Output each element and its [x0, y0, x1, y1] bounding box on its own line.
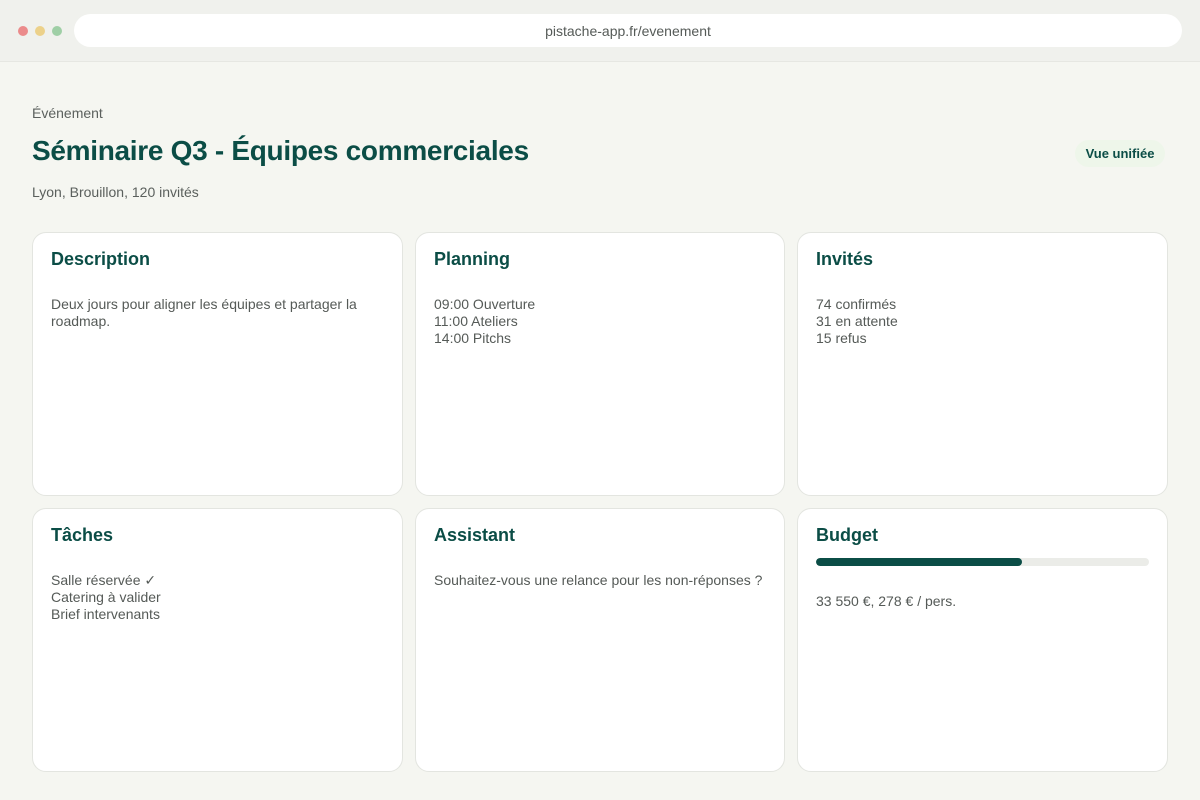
- window-close-dot[interactable]: [18, 26, 28, 36]
- page-subtitle: Lyon, Brouillon, 120 invités: [32, 184, 199, 200]
- planning-item: 14:00 Pitchs: [434, 330, 512, 346]
- budget-card: Budget 33 550 €, 278 € / pers.: [797, 508, 1168, 772]
- window-maximize-dot[interactable]: [52, 26, 62, 36]
- unified-view-badge[interactable]: Vue unifiée: [1075, 140, 1165, 167]
- invites-stat: 31 en attente: [816, 313, 898, 329]
- budget-progress-track: [816, 558, 1149, 566]
- planning-item: 09:00 Ouverture: [434, 296, 536, 312]
- assistant-card: Assistant Souhaitez-vous une relance pou…: [415, 508, 785, 772]
- planning-card-title: Planning: [434, 249, 510, 269]
- invites-card: Invités 74 confirmés 31 en attente 15 re…: [797, 232, 1168, 496]
- page-title: Séminaire Q3 - Équipes commerciales: [32, 135, 529, 166]
- page-eyebrow: Événement: [32, 105, 103, 121]
- invites-stat: 74 confirmés: [816, 296, 897, 312]
- address-bar-url: pistache-app.fr/evenement: [545, 22, 711, 39]
- event-page: Événement Séminaire Q3 - Équipes commerc…: [0, 62, 1200, 800]
- invites-card-title: Invités: [816, 249, 874, 269]
- planning-item: 11:00 Ateliers: [434, 313, 518, 329]
- planning-card-body: 09:00 Ouverture 11:00 Ateliers 14:00 Pit…: [434, 296, 766, 347]
- address-bar[interactable]: pistache-app.fr/evenement: [74, 14, 1182, 47]
- task-item[interactable]: Brief intervenants: [51, 606, 384, 623]
- budget-progress-fill: [816, 558, 1023, 566]
- task-item[interactable]: Salle réservée ✓: [51, 572, 384, 589]
- description-card-title: Description: [51, 249, 151, 269]
- invites-stat: 15 refus: [816, 330, 867, 346]
- tasks-card: Tâches Salle réservée ✓ Catering à valid…: [32, 508, 403, 772]
- budget-amount: 33 550 €, 278 € / pers.: [816, 593, 957, 609]
- window-minimize-dot[interactable]: [35, 26, 45, 36]
- budget-card-title: Budget: [816, 525, 878, 545]
- task-item[interactable]: Catering à valider: [51, 589, 384, 606]
- planning-card: Planning 09:00 Ouverture 11:00 Ateliers …: [415, 232, 785, 496]
- tasks-card-body: Salle réservée ✓ Catering à valider Brie…: [51, 572, 384, 623]
- description-card-body: Deux jours pour aligner les équipes et p…: [51, 296, 357, 329]
- browser-chrome: pistache-app.fr/evenement: [0, 0, 1200, 62]
- tasks-card-title: Tâches: [51, 525, 114, 545]
- assistant-card-title: Assistant: [434, 525, 516, 545]
- invites-card-body: 74 confirmés 31 en attente 15 refus: [816, 296, 1149, 347]
- description-card: Description Deux jours pour aligner les …: [32, 232, 403, 496]
- assistant-card-body: Souhaitez-vous une relance pour les non-…: [434, 572, 763, 588]
